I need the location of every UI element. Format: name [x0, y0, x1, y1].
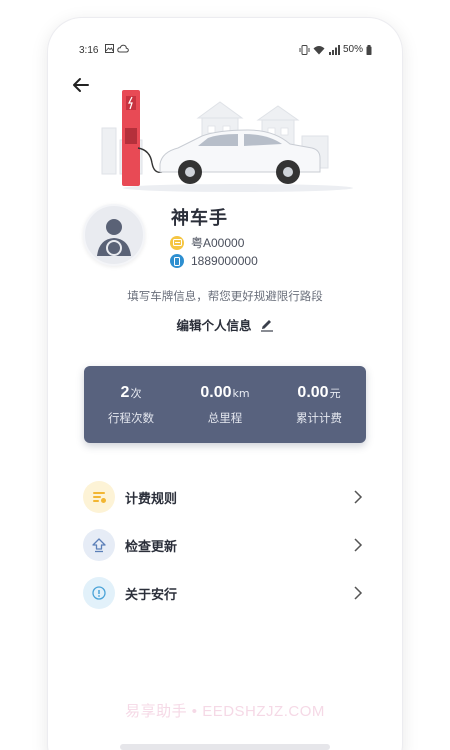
chevron-right-icon [354, 586, 363, 600]
chevron-right-icon [354, 490, 363, 504]
menu-label: 计费规则 [125, 491, 178, 507]
plate-number: 粤A00000 [191, 236, 245, 250]
stat-label: 总里程 [207, 410, 243, 425]
mobile-icon [170, 254, 184, 268]
settings-menu: 计费规则 检查更新 关于安行 [48, 473, 402, 617]
status-time: 3:16 [79, 45, 99, 56]
back-arrow-icon [73, 78, 89, 92]
stats-card: 2 次 行程次数 0.00 km 总里程 0.00 元 累计计费 [84, 366, 366, 443]
menu-label: 关于安行 [125, 587, 178, 603]
signal-icon [328, 44, 340, 55]
phone-number: 1889000000 [191, 254, 258, 268]
cloud-notification-icon [117, 44, 129, 53]
gallery-notification-icon [105, 44, 114, 53]
username: 神车手 [171, 208, 228, 229]
plate-hint-text: 填写车牌信息，帮您更好规避限行路段 [127, 289, 323, 303]
avatar[interactable] [83, 204, 145, 266]
battery-icon [366, 44, 372, 55]
menu-label: 检查更新 [125, 539, 178, 555]
card-icon [170, 235, 184, 250]
watermark: 易享助手 • EEDSHZJZ.COM [125, 703, 325, 720]
wifi-icon [313, 45, 325, 54]
menu-item-billing-rules[interactable]: 计费规则 [48, 473, 402, 521]
update-icon [83, 529, 115, 561]
edit-profile-label: 编辑个人信息 [176, 318, 252, 333]
stat-fees[interactable]: 0.00 元 累计计费 [272, 366, 366, 443]
plate-line: 粤A00000 [170, 234, 244, 251]
home-indicator [120, 744, 330, 750]
stat-label: 行程次数 [108, 410, 154, 425]
stat-unit: 次 [130, 386, 142, 400]
menu-item-about[interactable]: 关于安行 [48, 569, 402, 617]
stat-label: 累计计费 [296, 410, 342, 425]
vibrate-icon [299, 44, 310, 55]
stat-unit: 元 [329, 386, 341, 400]
billing-rules-icon [83, 481, 115, 513]
stat-trips[interactable]: 2 次 行程次数 [84, 366, 178, 443]
stat-value: 0.00 [297, 383, 329, 401]
info-icon [83, 577, 115, 609]
pencil-icon [260, 319, 273, 332]
phone-frame: 3:16 50% 神车手 粤A00000 1889000000 填写车牌信息，帮… [48, 18, 402, 750]
stat-distance[interactable]: 0.00 km 总里程 [178, 366, 272, 443]
car-charging-illustration [101, 90, 353, 192]
battery-percent: 50% [342, 44, 363, 55]
status-right: 50% [299, 44, 372, 55]
chevron-right-icon [354, 538, 363, 552]
driver-avatar-icon [97, 219, 131, 256]
menu-item-check-update[interactable]: 检查更新 [48, 521, 402, 569]
status-bar: 3:16 50% [48, 42, 402, 62]
phone-line: 1889000000 [170, 254, 258, 268]
status-left-icons [105, 44, 129, 53]
edit-profile-button[interactable]: 编辑个人信息 [48, 315, 402, 334]
stat-value: 0.00 [200, 383, 232, 401]
stat-value: 2 [120, 383, 130, 401]
profile-section: 神车手 粤A00000 1889000000 [48, 200, 402, 290]
back-button[interactable] [70, 74, 92, 96]
stat-unit: km [232, 386, 250, 400]
